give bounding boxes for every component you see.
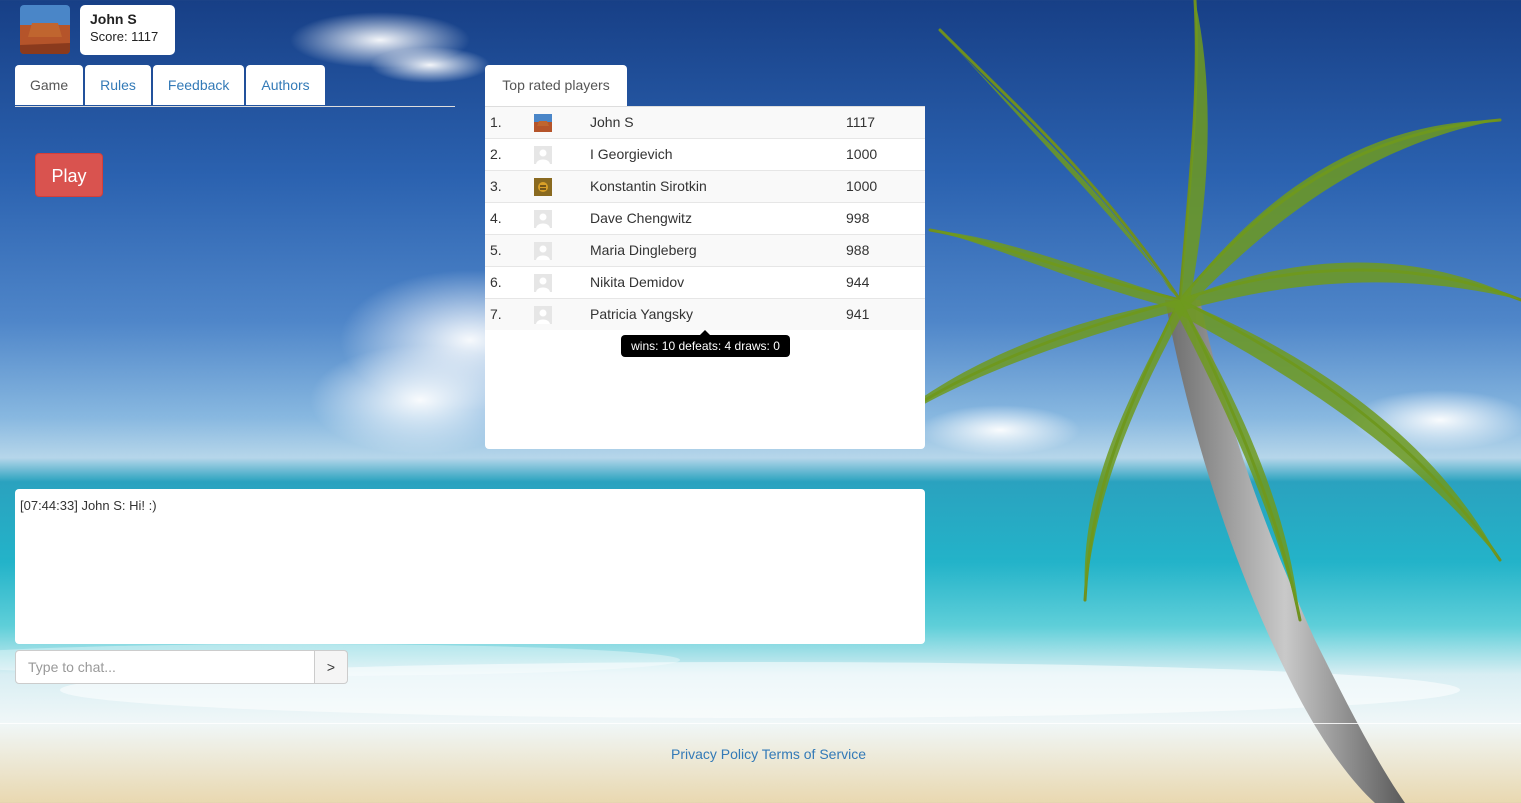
privacy-policy-link[interactable]: Privacy Policy [671,746,758,762]
chat-input[interactable] [15,650,315,684]
player-row[interactable]: 7. Patricia Yangsky 941 [485,299,925,330]
default-user-icon [534,242,552,260]
terms-of-service-link[interactable]: Terms of Service [762,746,866,762]
player-name: Maria Dingleberg [590,242,697,258]
player-rank: 1. [490,114,502,130]
player-row[interactable]: 6. Nikita Demidov 944 [485,267,925,299]
footer-links: Privacy Policy Terms of Service [0,746,1521,762]
player-row[interactable]: 5. Maria Dingleberg 988 [485,235,925,267]
default-user-icon [534,210,552,228]
player-name: Nikita Demidov [590,274,685,290]
player-avatar [534,114,552,132]
player-score: 1117 [846,114,876,130]
player-name: Dave Chengwitz [590,210,692,226]
default-user-icon [534,274,552,292]
player-stats-tooltip: wins: 10 defeats: 4 draws: 0 [621,335,790,357]
main-tabs: Game Rules Feedback Authors [15,65,455,107]
player-score: 1000 [846,146,878,162]
tab-rules[interactable]: Rules [85,65,151,105]
user-name: John S [90,11,137,27]
player-rank: 2. [490,146,502,162]
player-score: 998 [846,210,870,226]
chat-log: [07:44:33] John S: Hi! :) [15,489,925,644]
player-rank: 4. [490,210,502,226]
play-button[interactable]: Play [35,153,103,197]
top-players-panel: 1. John S 1117 2. I Georgievich 1000 3. … [485,106,925,449]
player-row[interactable]: 1. John S 1117 [485,107,925,139]
tab-feedback[interactable]: Feedback [152,65,245,105]
default-user-icon [534,146,552,164]
user-avatar [20,5,70,54]
user-score: Score: 1117 [90,29,159,44]
player-rank: 5. [490,242,502,258]
player-name: John S [590,114,634,130]
player-name: I Georgievich [590,146,673,162]
chat-send-button[interactable]: > [314,650,348,684]
player-row[interactable]: 2. I Georgievich 1000 [485,139,925,171]
player-rank: 7. [490,306,502,322]
default-user-icon [534,306,552,324]
tab-game[interactable]: Game [15,65,84,105]
chat-message: [07:44:33] John S: Hi! :) [20,498,157,513]
player-row[interactable]: 3. Konstantin Sirotkin 1000 [485,171,925,203]
player-score: 941 [846,306,870,322]
player-row[interactable]: 4. Dave Chengwitz 998 [485,203,925,235]
player-name: Patricia Yangsky [590,306,693,322]
player-score: 944 [846,274,870,290]
player-score: 1000 [846,178,878,194]
player-rank: 3. [490,178,502,194]
player-name: Konstantin Sirotkin [590,178,707,194]
player-rank: 6. [490,274,502,290]
user-card: John S Score: 1117 [80,5,175,55]
tab-authors[interactable]: Authors [246,65,325,105]
player-avatar [534,178,552,196]
player-score: 988 [846,242,870,258]
tab-top-rated-players[interactable]: Top rated players [485,65,627,106]
footer-divider [0,723,1521,724]
